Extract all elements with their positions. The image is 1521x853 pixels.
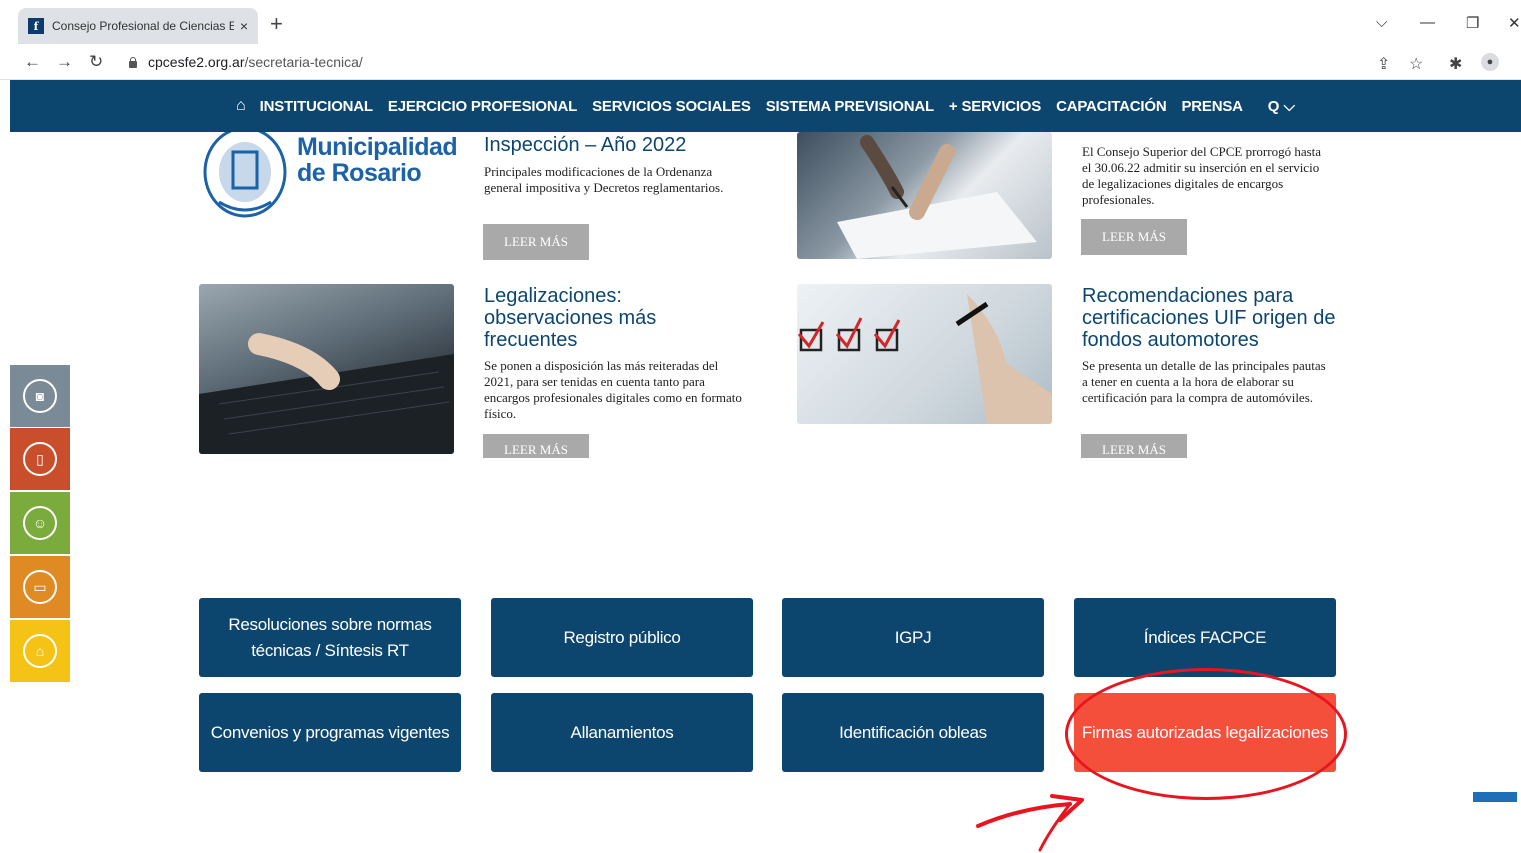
- red-arrow-annotation: [976, 794, 1084, 852]
- site-favicon-icon: f: [28, 18, 44, 34]
- nav-item-sistema-previsional[interactable]: SISTEMA PREVISIONAL: [766, 98, 934, 115]
- nav-item-prensa[interactable]: PRENSA: [1181, 98, 1243, 115]
- logo-line-1: Municipalidad: [297, 133, 458, 161]
- checklist-image[interactable]: [797, 284, 1052, 424]
- extensions-icon[interactable]: ✱: [1449, 54, 1462, 74]
- logo-line-2: de Rosario: [297, 159, 422, 187]
- nav-item-ejercicio-profesional[interactable]: EJERCICIO PROFESIONAL: [388, 98, 577, 115]
- read-more-button[interactable]: LEER MÁS: [1081, 434, 1187, 458]
- quick-link-identificacion-obleas[interactable]: Identificación obleas: [782, 693, 1044, 772]
- quick-link-registro-publico[interactable]: Registro público: [491, 598, 753, 677]
- news-title[interactable]: Legalizaciones: observaciones más frecue…: [484, 285, 744, 351]
- side-house-button[interactable]: ⌂: [10, 620, 70, 682]
- nav-item-capacitacion[interactable]: CAPACITACIÓN: [1056, 98, 1167, 115]
- quick-link-convenios[interactable]: Convenios y programas vigentes: [199, 693, 461, 772]
- search-icon[interactable]: Q ⌵: [1268, 98, 1295, 115]
- forward-icon[interactable]: →: [56, 52, 73, 72]
- quick-link-igpj[interactable]: IGPJ: [782, 598, 1044, 677]
- read-more-button[interactable]: LEER MÁS: [483, 434, 589, 458]
- new-tab-button[interactable]: +: [270, 13, 283, 35]
- close-window-button[interactable]: ✕: [1508, 14, 1521, 32]
- nav-item-servicios-sociales[interactable]: SERVICIOS SOCIALES: [592, 98, 751, 115]
- bookmark-star-icon[interactable]: ☆: [1409, 54, 1423, 74]
- reload-icon[interactable]: ↻: [89, 52, 103, 72]
- menu-icon[interactable]: ⋮: [1514, 54, 1521, 74]
- url-host: cpcesfe2.org.ar: [148, 54, 245, 70]
- url-path: /secretaria-tecnica/: [244, 54, 363, 70]
- quick-link-resoluciones[interactable]: Resoluciones sobre normas técnicas / Sín…: [199, 598, 461, 677]
- news-text: El Consejo Superior del CPCE prorrogó ha…: [1082, 144, 1322, 207]
- address-bar: ← → ↻ cpcesfe2.org.ar/secretaria-tecnica…: [0, 44, 1521, 80]
- profile-avatar-icon[interactable]: ●: [1481, 53, 1499, 71]
- house-icon: ⌂: [23, 634, 57, 668]
- tab-close-icon[interactable]: ×: [240, 18, 248, 34]
- tab-search-icon[interactable]: ⌵: [1376, 14, 1387, 31]
- lock-icon: [128, 56, 138, 68]
- news-title[interactable]: Inspección – Año 2022: [484, 134, 754, 156]
- tab-title: Consejo Profesional de Ciencias E: [52, 19, 234, 33]
- maximize-button[interactable]: ❐: [1466, 14, 1479, 32]
- news-title[interactable]: Recomendaciones para certificaciones UIF…: [1082, 285, 1342, 351]
- site-navigation: ⌂ INSTITUCIONAL EJERCICIO PROFESIONAL SE…: [10, 80, 1521, 132]
- side-tablet-button[interactable]: ▯: [10, 428, 70, 490]
- news-text: Principales modificaciones de la Ordenan…: [484, 164, 724, 195]
- browser-tabstrip: f Consejo Profesional de Ciencias E × + …: [0, 0, 1521, 44]
- back-icon[interactable]: ←: [24, 52, 41, 72]
- url-input[interactable]: cpcesfe2.org.ar/secretaria-tecnica/: [118, 49, 1358, 75]
- nav-item-mas-servicios[interactable]: + SERVICIOS: [949, 98, 1041, 115]
- quick-link-allanamientos[interactable]: Allanamientos: [491, 693, 753, 772]
- signing-document-image[interactable]: [797, 132, 1052, 259]
- side-camera-button[interactable]: ◙: [10, 365, 70, 427]
- nav-item-institucional[interactable]: INSTITUCIONAL: [260, 98, 373, 115]
- browser-tab[interactable]: f Consejo Profesional de Ciencias E ×: [18, 8, 258, 44]
- read-more-button[interactable]: LEER MÁS: [1081, 219, 1187, 255]
- news-text: Se presenta un detalle de las principale…: [1082, 358, 1326, 405]
- municipalidad-logo-text: Municipalidad de Rosario: [297, 133, 458, 187]
- share-icon[interactable]: ⇪: [1377, 54, 1390, 74]
- highlight-circle-annotation: [1065, 668, 1347, 800]
- quick-link-indices-facpce[interactable]: Índices FACPCE: [1074, 598, 1336, 677]
- side-group-button[interactable]: ☺: [10, 492, 70, 554]
- scroll-to-top-tab[interactable]: [1473, 792, 1517, 802]
- read-more-button[interactable]: LEER MÁS: [483, 224, 589, 260]
- side-monitor-button[interactable]: ▭: [10, 556, 70, 618]
- municipalidad-crest-logo: [199, 132, 291, 218]
- home-icon[interactable]: ⌂: [236, 97, 246, 115]
- camera-icon: ◙: [23, 379, 57, 413]
- laptop-typing-image[interactable]: [199, 284, 454, 454]
- news-text: Se ponen a disposición las más reiterada…: [484, 358, 742, 421]
- minimize-button[interactable]: —: [1420, 14, 1435, 31]
- group-icon: ☺: [23, 506, 57, 540]
- monitor-icon: ▭: [23, 570, 57, 604]
- tablet-icon: ▯: [23, 442, 57, 476]
